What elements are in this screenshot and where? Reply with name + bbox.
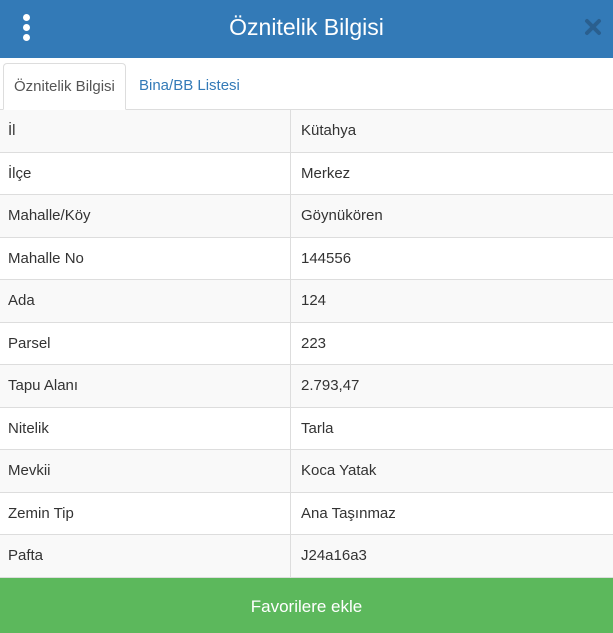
attribute-key: Parsel: [0, 322, 291, 364]
table-row: Ada 124: [0, 280, 613, 323]
table-row: Zemin Tip Ana Taşınmaz: [0, 492, 613, 535]
table-row: İlçe Merkez: [0, 152, 613, 195]
table-row: Pafta J24a16a3: [0, 535, 613, 578]
table-row: Mevkii Koca Yatak: [0, 450, 613, 493]
table-row: Tapu Alanı 2.793,47: [0, 365, 613, 408]
attribute-key: Ada: [0, 280, 291, 322]
attribute-value: Tarla: [301, 419, 334, 437]
attribute-key: İl: [0, 110, 291, 152]
attribute-value: Kütahya: [301, 122, 357, 139]
attribute-value: J24a16a3: [301, 547, 367, 564]
attribute-value: 144556: [301, 249, 352, 267]
tab-attribute-info[interactable]: Öznitelik Bilgisi: [3, 63, 126, 110]
attribute-key: Pafta: [0, 535, 291, 577]
attribute-info-panel: Öznitelik Bilgisi Öznitelik Bilgisi Bina…: [0, 0, 613, 633]
attribute-key: Tapu Alanı: [0, 365, 291, 407]
attribute-value: 2.793,47: [301, 377, 360, 394]
attribute-value: Koca Yatak: [301, 462, 377, 479]
attribute-value: 223: [301, 334, 327, 352]
table-row: İl Kütahya: [0, 110, 613, 153]
close-icon[interactable]: [583, 16, 603, 38]
attribute-value: Merkez: [301, 164, 351, 182]
attribute-key: Mevkii: [0, 450, 291, 492]
panel-header: Öznitelik Bilgisi: [0, 0, 613, 58]
attribute-value: 124: [301, 292, 327, 309]
attribute-key: İlçe: [0, 152, 291, 194]
tab-building-list[interactable]: Bina/BB Listesi: [129, 63, 250, 110]
add-to-favorites-button[interactable]: Favorilere ekle: [0, 578, 613, 633]
attribute-key: Mahalle/Köy: [0, 195, 291, 237]
attribute-value: Göynükören: [301, 207, 383, 224]
attribute-key: Mahalle No: [0, 237, 291, 279]
table-row: Nitelik Tarla: [0, 407, 613, 450]
attribute-key: Zemin Tip: [0, 492, 291, 534]
table-row: Mahalle No 144556: [0, 237, 613, 280]
attribute-table: İl Kütahya İlçe Merkez Mahalle/Köy Göynü…: [0, 110, 613, 578]
attribute-key: Nitelik: [0, 407, 291, 449]
tab-bar: Öznitelik Bilgisi Bina/BB Listesi: [0, 58, 613, 110]
table-row: Parsel 223: [0, 322, 613, 365]
attribute-value: Ana Taşınmaz: [301, 504, 396, 522]
panel-title: Öznitelik Bilgisi: [229, 14, 384, 40]
table-row: Mahalle/Köy Göynükören: [0, 195, 613, 238]
